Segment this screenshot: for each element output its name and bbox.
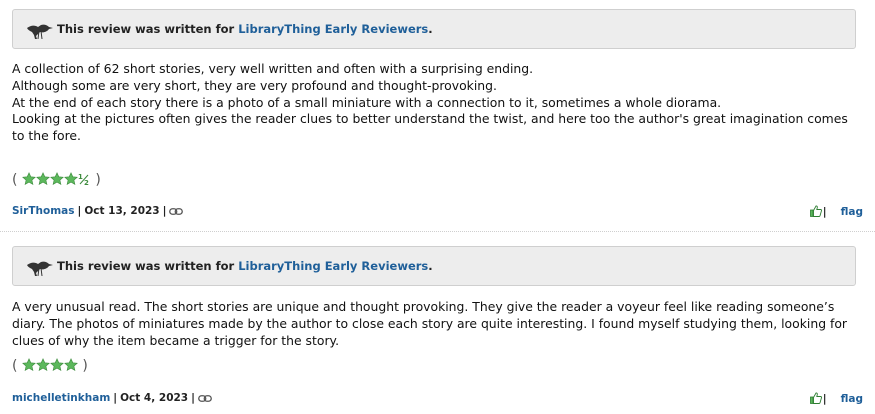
separator: | xyxy=(822,206,827,218)
early-reviewers-link[interactable]: LibraryThing Early Reviewers xyxy=(238,22,428,36)
rating-open-paren: ( xyxy=(12,172,18,188)
star-icon xyxy=(35,358,50,372)
review-paragraph: A collection of 62 short stories, very w… xyxy=(12,61,534,76)
flag-link[interactable]: flag xyxy=(841,393,863,405)
separator: | xyxy=(191,392,195,404)
separator: | xyxy=(113,392,118,404)
author-link[interactable]: SirThomas xyxy=(12,205,74,217)
rating-close-paren: ) xyxy=(95,172,101,188)
review-text: A very unusual read. The short stories a… xyxy=(12,299,856,349)
star-icon xyxy=(21,358,36,372)
bird-icon xyxy=(27,24,53,40)
review-paragraph: Although some are very short, they are v… xyxy=(12,77,497,93)
review-paragraph: At the end of each story there is a phot… xyxy=(12,94,722,110)
svg-text:2: 2 xyxy=(84,179,89,186)
review-text: A collection of 62 short stories, very w… xyxy=(12,61,856,145)
flag-link[interactable]: flag xyxy=(841,206,863,218)
rating-stars: 12 xyxy=(21,172,91,188)
star-icon xyxy=(21,172,36,186)
review-paragraph: A very unusual read. The short stories a… xyxy=(12,299,848,348)
review-date: Oct 13, 2023 xyxy=(84,205,160,217)
star-rating: ( 12 ) xyxy=(12,172,101,188)
star-icon xyxy=(49,172,64,186)
separator: | xyxy=(822,393,827,405)
author-link[interactable]: michelletinkham xyxy=(12,392,110,404)
thumbs-up-icon[interactable] xyxy=(809,205,822,217)
banner-text: This review was written for LibraryThing… xyxy=(57,22,433,36)
star-icon xyxy=(63,358,78,372)
review-date: Oct 4, 2023 xyxy=(120,392,189,404)
svg-text:1: 1 xyxy=(78,173,83,181)
rating-open-paren: ( xyxy=(12,358,18,374)
review-divider xyxy=(0,231,875,232)
bird-icon xyxy=(27,261,53,277)
review-meta: michelletinkham | Oct 4, 2023 | xyxy=(12,392,212,404)
review-paragraph: Looking at the pictures often gives the … xyxy=(12,111,848,144)
early-reviewer-banner: This review was written for LibraryThing… xyxy=(12,246,856,286)
star-icon xyxy=(49,358,64,372)
review-actions: | flag xyxy=(809,205,863,218)
banner-text: This review was written for LibraryThing… xyxy=(57,259,433,273)
rating-close-paren: ) xyxy=(82,358,88,374)
early-reviewers-link[interactable]: LibraryThing Early Reviewers xyxy=(238,259,428,273)
star-icon xyxy=(35,172,50,186)
star-icon xyxy=(63,172,78,186)
star-rating: ( ) xyxy=(12,358,88,374)
rating-stars xyxy=(21,358,78,374)
link-icon[interactable] xyxy=(169,207,184,216)
link-icon[interactable] xyxy=(198,394,212,403)
review-actions: | flag xyxy=(809,392,863,405)
half-star-icon: 12 xyxy=(78,173,89,187)
early-reviewer-banner: This review was written for LibraryThing… xyxy=(12,9,856,49)
thumbs-up-icon[interactable] xyxy=(809,392,822,404)
separator: | xyxy=(162,205,167,217)
separator: | xyxy=(77,205,82,217)
review-meta: SirThomas | Oct 13, 2023 | xyxy=(12,205,184,217)
